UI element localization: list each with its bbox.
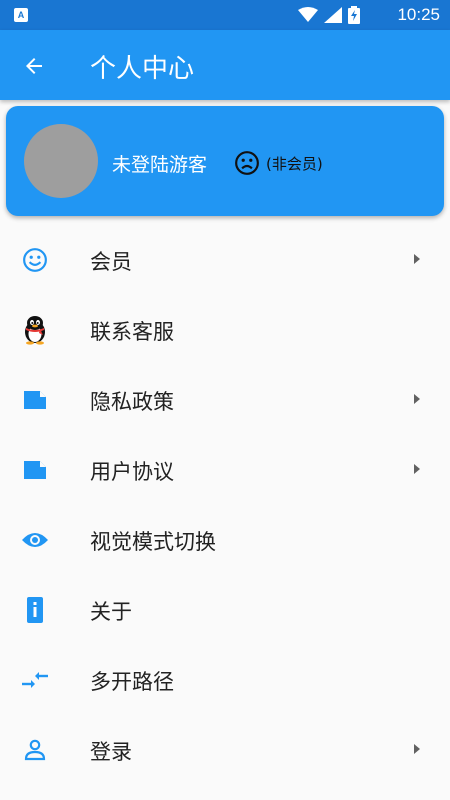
menu-item-label: 登录	[90, 740, 132, 764]
page-title: 个人中心	[90, 54, 195, 84]
menu-item-visual-mode[interactable]: 视觉模式切换	[0, 504, 450, 574]
eye-icon	[20, 526, 50, 554]
menu-list: 会员 联系客服 隐私政策 用户协议 视觉模式切换 关于 多开路径 登录	[0, 224, 450, 784]
wifi-icon	[298, 7, 318, 22]
person-icon	[20, 736, 50, 764]
menu-item-privacy-policy[interactable]: 隐私政策	[0, 364, 450, 434]
app-bar: 个人中心	[0, 30, 450, 100]
menu-item-contact-support[interactable]: 联系客服	[0, 294, 450, 364]
status-icons	[298, 6, 360, 24]
menu-item-label: 联系客服	[90, 320, 174, 344]
compare-arrows-icon	[20, 666, 50, 694]
profile-card[interactable]: 未登陆游客 (非会员)	[6, 106, 444, 216]
folded-note-icon	[20, 456, 50, 484]
qq-penguin-icon	[20, 316, 50, 345]
menu-item-user-agreement[interactable]: 用户协议	[0, 434, 450, 504]
battery-icon	[348, 6, 360, 24]
member-status: (非会员)	[266, 155, 323, 173]
menu-item-label: 隐私政策	[90, 390, 174, 414]
menu-item-login[interactable]: 登录	[0, 714, 450, 784]
menu-item-label: 多开路径	[90, 670, 174, 694]
chevron-right-icon	[414, 464, 420, 474]
menu-item-label: 用户协议	[90, 460, 174, 484]
arrow-back-icon	[26, 58, 42, 74]
menu-item-member[interactable]: 会员	[0, 224, 450, 294]
menu-item-multi-open-path[interactable]: 多开路径	[0, 644, 450, 714]
chevron-right-icon	[414, 744, 420, 754]
signal-icon	[324, 7, 342, 23]
menu-item-label: 关于	[90, 600, 132, 624]
sad-face-icon	[235, 151, 259, 175]
menu-item-label: 视觉模式切换	[90, 530, 216, 554]
info-icon	[20, 596, 50, 624]
menu-item-about[interactable]: 关于	[0, 574, 450, 644]
chevron-right-icon	[414, 394, 420, 404]
status-time: 10:25	[397, 5, 440, 24]
avatar[interactable]	[24, 124, 98, 198]
menu-item-label: 会员	[90, 250, 132, 274]
smiley-icon	[20, 246, 50, 274]
notification-badge-icon: A	[14, 8, 28, 22]
profile-name: 未登陆游客	[112, 154, 208, 176]
folded-note-icon	[20, 386, 50, 414]
status-bar: A 10:25	[0, 0, 450, 30]
chevron-right-icon	[414, 254, 420, 264]
back-button[interactable]	[18, 50, 50, 82]
